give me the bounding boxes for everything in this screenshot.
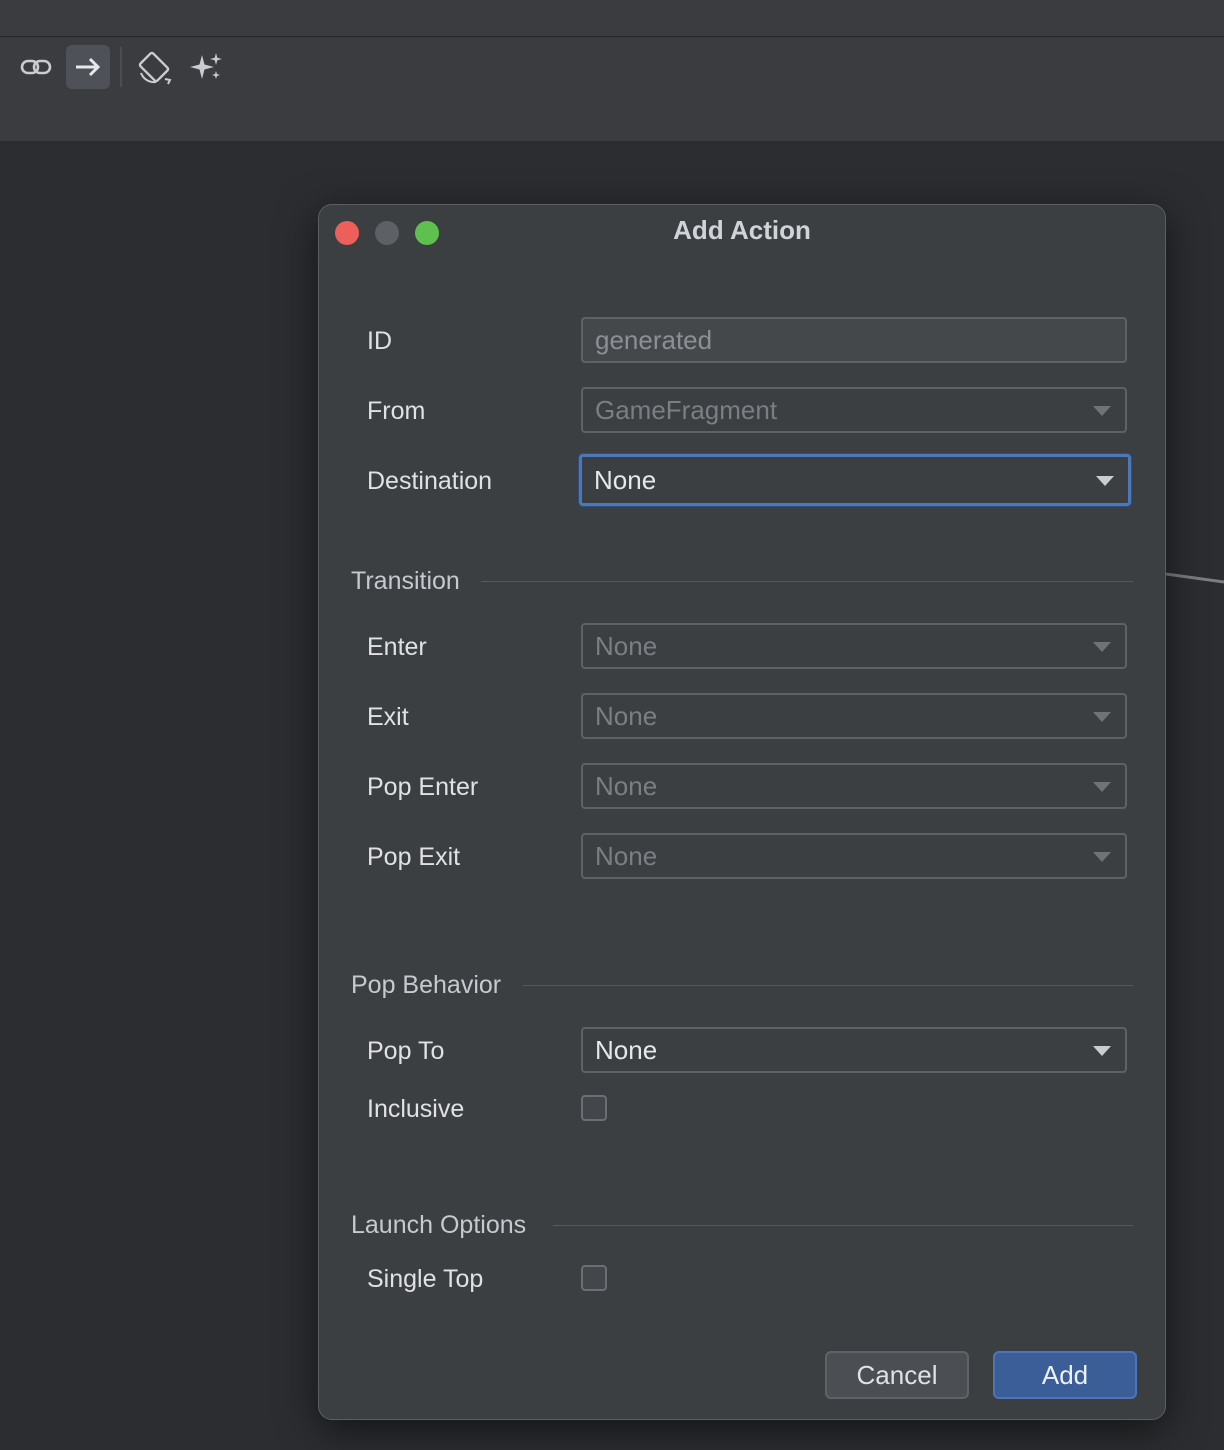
inclusive-label: Inclusive (367, 1095, 465, 1123)
pop-behavior-header: Pop Behavior (351, 971, 502, 999)
toolbar (0, 37, 1224, 143)
enter-label: Enter (367, 633, 427, 661)
exit-value: None (595, 701, 658, 731)
arrow-right-icon[interactable] (66, 45, 110, 89)
launch-options-header: Launch Options (351, 1211, 527, 1239)
pop-enter-label: Pop Enter (367, 773, 479, 801)
pop-to-value: None (595, 1035, 658, 1065)
title-strip (0, 0, 1224, 37)
pop-enter-dropdown[interactable]: None (581, 763, 1127, 809)
chevron-down-icon (1093, 406, 1111, 416)
chevron-down-icon (1096, 476, 1114, 486)
pop-to-label: Pop To (367, 1037, 445, 1065)
enter-value: None (595, 631, 658, 661)
pop-enter-value: None (595, 771, 658, 801)
rotate-icon[interactable] (132, 45, 176, 89)
exit-label: Exit (367, 703, 409, 731)
destination-value: None (594, 465, 657, 495)
pop-to-dropdown[interactable]: None (581, 1027, 1127, 1073)
inclusive-checkbox[interactable] (581, 1095, 607, 1121)
chevron-down-icon (1093, 852, 1111, 862)
pop-exit-label: Pop Exit (367, 843, 461, 871)
single-top-label: Single Top (367, 1265, 484, 1293)
from-value: GameFragment (595, 395, 778, 425)
chevron-down-icon (1093, 782, 1111, 792)
chevron-down-icon (1093, 1046, 1111, 1056)
connection-line (1166, 572, 1224, 584)
launch-options-divider (553, 1225, 1133, 1226)
dialog-title: Add Action (673, 215, 811, 245)
destination-dropdown[interactable]: None (579, 454, 1131, 506)
sparkle-icon[interactable] (184, 45, 228, 89)
link-icon[interactable] (14, 45, 58, 89)
enter-dropdown[interactable]: None (581, 623, 1127, 669)
chevron-down-icon (1093, 712, 1111, 722)
add-button[interactable]: Add (993, 1351, 1137, 1399)
from-label: From (367, 397, 426, 425)
transition-header: Transition (351, 567, 460, 595)
transition-divider (481, 581, 1133, 582)
destination-label: Destination (367, 467, 493, 495)
from-dropdown[interactable]: GameFragment (581, 387, 1127, 433)
pop-exit-dropdown[interactable]: None (581, 833, 1127, 879)
id-field[interactable]: generated (581, 317, 1127, 363)
exit-dropdown[interactable]: None (581, 693, 1127, 739)
cancel-button[interactable]: Cancel (825, 1351, 969, 1399)
chevron-down-icon (1093, 642, 1111, 652)
single-top-checkbox[interactable] (581, 1265, 607, 1291)
toolbar-separator (120, 47, 122, 87)
pop-behavior-divider (523, 985, 1133, 986)
pop-exit-value: None (595, 841, 658, 871)
add-action-dialog: Add Action ID generated From GameFragmen… (318, 204, 1166, 1420)
id-label: ID (367, 327, 392, 355)
